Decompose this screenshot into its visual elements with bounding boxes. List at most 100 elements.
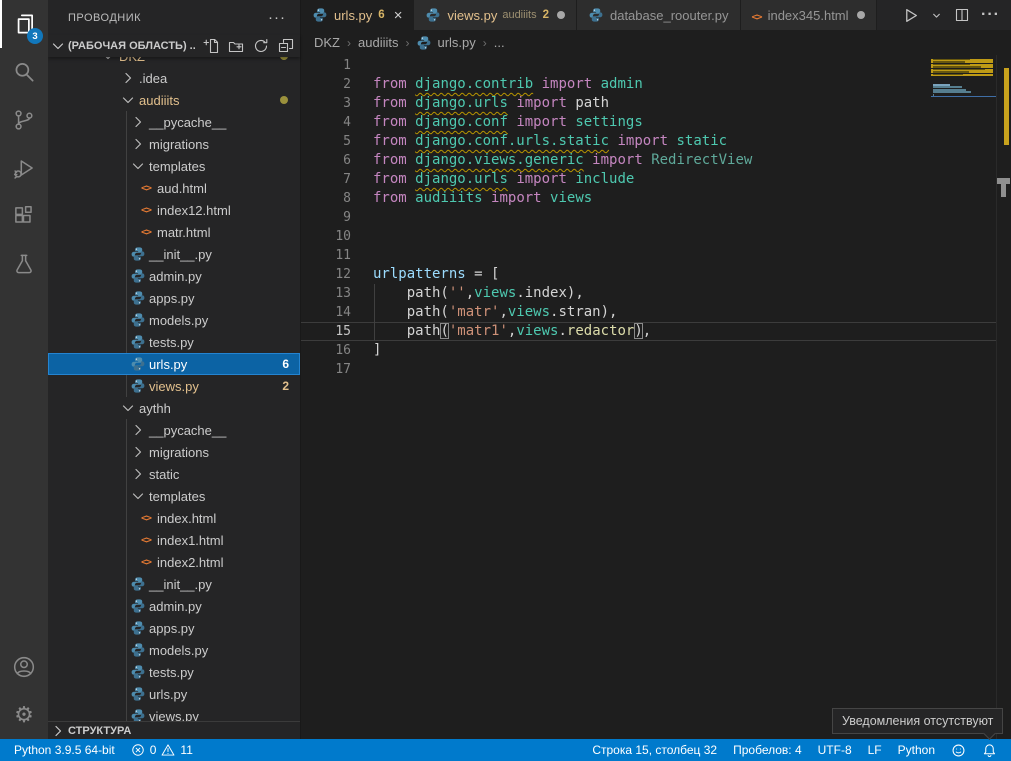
tree-item-tests.py[interactable]: tests.py — [48, 661, 300, 683]
tree-item-apps.py[interactable]: apps.py — [48, 287, 300, 309]
line-number[interactable]: 6 — [301, 151, 351, 170]
activity-bar-item-search[interactable] — [0, 48, 48, 96]
code-token: , — [466, 285, 474, 301]
minimap[interactable] — [931, 56, 997, 176]
tree-item-__pycache__[interactable]: __pycache__ — [48, 111, 300, 133]
code-token — [407, 76, 415, 92]
activity-bar-item-extensions[interactable] — [0, 192, 48, 240]
tree-item-migrations[interactable]: migrations — [48, 441, 300, 463]
line-number[interactable]: 15 — [301, 322, 351, 341]
problems-status[interactable]: 011 — [123, 739, 201, 761]
tree-item-label: admin.py — [149, 599, 202, 614]
line-number[interactable]: 10 — [301, 227, 351, 246]
line-number[interactable]: 12 — [301, 265, 351, 284]
run-button[interactable] — [902, 7, 919, 24]
indentation-status[interactable]: Пробелов: 4 — [725, 739, 810, 761]
line-number[interactable]: 3 — [301, 94, 351, 113]
chevron-down-icon — [130, 488, 146, 504]
language-mode-status[interactable]: Python — [890, 739, 943, 761]
tab-database_roouter.py[interactable]: database_roouter.py — [577, 0, 741, 30]
feedback-icon — [951, 743, 966, 758]
tree-item-matr.html[interactable]: <>matr.html — [48, 221, 300, 243]
new-file-icon[interactable] — [203, 38, 219, 54]
new-folder-icon[interactable] — [228, 38, 244, 54]
tree-item-static[interactable]: static — [48, 463, 300, 485]
code-editor[interactable]: 12from django.contrib import admin3from … — [301, 55, 997, 739]
workspace-section-header[interactable]: (РАБОЧАЯ ОБЛАСТЬ) ... — [48, 35, 300, 57]
line-number[interactable]: 2 — [301, 75, 351, 94]
line-number[interactable]: 9 — [301, 208, 351, 227]
cursor-position-status[interactable]: Строка 15, столбец 32 — [584, 739, 725, 761]
tree-item-audiiits[interactable]: audiiits — [48, 89, 300, 111]
activity-bar-item-account[interactable] — [0, 643, 48, 691]
tree-item-aud.html[interactable]: <>aud.html — [48, 177, 300, 199]
python-interpreter-status[interactable]: Python 3.9.5 64-bit — [6, 739, 123, 761]
tree-item-index12.html[interactable]: <>index12.html — [48, 199, 300, 221]
activity-bar-item-settings[interactable]: ⚙ — [0, 691, 48, 739]
line-number[interactable]: 7 — [301, 170, 351, 189]
breadcrumb-item-urls.py[interactable]: urls.py — [416, 35, 475, 51]
more-actions-button[interactable]: ··· — [981, 6, 1000, 24]
tab-index345.html[interactable]: <>index345.html — [741, 0, 877, 30]
tree-item-index1.html[interactable]: <>index1.html — [48, 529, 300, 551]
tree-item-.idea[interactable]: .idea — [48, 67, 300, 89]
tab-urls.py[interactable]: urls.py6× — [301, 0, 414, 30]
tree-item-__init__.py[interactable]: __init__.py — [48, 573, 300, 595]
eol-status[interactable]: LF — [860, 739, 890, 761]
code-token: django.views.generic — [415, 152, 584, 168]
breadcrumb-item-audiiits[interactable]: audiiits — [358, 35, 398, 50]
line-number[interactable]: 8 — [301, 189, 351, 208]
refresh-icon[interactable] — [253, 38, 269, 54]
collapse-all-icon[interactable] — [278, 38, 294, 54]
activity-bar-item-testing[interactable] — [0, 240, 48, 288]
line-number[interactable]: 5 — [301, 132, 351, 151]
bell-button[interactable] — [974, 739, 1005, 761]
explorer-more-actions-button[interactable]: ··· — [268, 9, 286, 26]
tree-item-admin.py[interactable]: admin.py — [48, 265, 300, 287]
tree-item-apps.py[interactable]: apps.py — [48, 617, 300, 639]
tree-item-DKZ[interactable]: DKZ — [48, 57, 300, 67]
tree-item-urls.py[interactable]: urls.py6 — [48, 353, 300, 375]
tab-views.py[interactable]: views.pyaudiiits2 — [414, 0, 577, 30]
activity-bar-item-run-debug[interactable] — [0, 144, 48, 192]
encoding-status[interactable]: UTF-8 — [810, 739, 860, 761]
tree-item-admin.py[interactable]: admin.py — [48, 595, 300, 617]
code-token: audiiits — [415, 190, 482, 206]
tree-item-urls.py[interactable]: urls.py — [48, 683, 300, 705]
line-number[interactable]: 13 — [301, 284, 351, 303]
chevron-right-icon — [130, 136, 146, 152]
code-token: .stran), — [550, 304, 617, 320]
close-icon[interactable]: × — [394, 7, 403, 24]
line-number[interactable]: 4 — [301, 113, 351, 132]
tree-item-migrations[interactable]: migrations — [48, 133, 300, 155]
run-dropdown-button[interactable] — [930, 9, 943, 22]
tree-item-models.py[interactable]: models.py — [48, 309, 300, 331]
breadcrumb-item-...[interactable]: ... — [494, 35, 505, 50]
minimap-current-line — [931, 96, 997, 97]
line-number[interactable]: 1 — [301, 56, 351, 75]
code-line-11: 11 — [301, 246, 997, 265]
tree-item-tests.py[interactable]: tests.py — [48, 331, 300, 353]
activity-bar-item-explorer[interactable]: 3 — [0, 0, 48, 48]
scrollbar[interactable] — [996, 55, 1011, 739]
tree-item-views.py[interactable]: views.py — [48, 705, 300, 722]
chevron-down-icon — [50, 38, 66, 54]
tree-item-views.py[interactable]: views.py2 — [48, 375, 300, 397]
line-number[interactable]: 11 — [301, 246, 351, 265]
outline-section-header[interactable]: СТРУКТУРА — [48, 721, 300, 739]
tree-item-models.py[interactable]: models.py — [48, 639, 300, 661]
tree-item-templates[interactable]: templates — [48, 155, 300, 177]
split-editor-button[interactable] — [954, 7, 970, 23]
line-number[interactable]: 14 — [301, 303, 351, 322]
tree-item-index2.html[interactable]: <>index2.html — [48, 551, 300, 573]
tree-item-templates[interactable]: templates — [48, 485, 300, 507]
feedback-button[interactable] — [943, 739, 974, 761]
tree-item-__init__.py[interactable]: __init__.py — [48, 243, 300, 265]
tree-item-aythh[interactable]: aythh — [48, 397, 300, 419]
breadcrumb-item-DKZ[interactable]: DKZ — [314, 35, 340, 50]
tree-item-index.html[interactable]: <>index.html — [48, 507, 300, 529]
line-number[interactable]: 17 — [301, 360, 351, 379]
tree-item-__pycache__[interactable]: __pycache__ — [48, 419, 300, 441]
activity-bar-item-source-control[interactable] — [0, 96, 48, 144]
line-number[interactable]: 16 — [301, 341, 351, 360]
